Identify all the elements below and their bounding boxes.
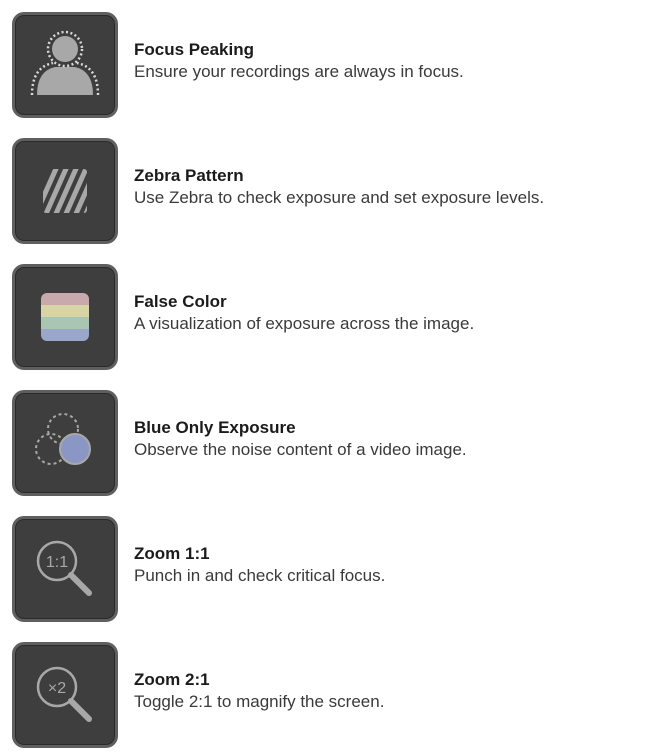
focus-peaking-button[interactable] (12, 12, 118, 118)
zoom-label: ×2 (48, 680, 66, 697)
zoom-label: 1:1 (46, 554, 68, 571)
zoom-2-1-button[interactable]: ×2 (12, 642, 118, 748)
feature-title: Zoom 1:1 (134, 544, 210, 563)
feature-title: Focus Peaking (134, 40, 254, 59)
feature-blue-only-exposure: Blue Only Exposure Observe the noise con… (0, 390, 656, 500)
feature-title: Blue Only Exposure (134, 418, 296, 437)
feature-description: Ensure your recordings are always in foc… (134, 62, 464, 81)
feature-title: Zoom 2:1 (134, 670, 210, 689)
false-color-icon (41, 293, 89, 341)
zebra-pattern-icon (43, 169, 87, 213)
feature-zebra-pattern: Zebra Pattern Use Zebra to check exposur… (0, 138, 656, 248)
feature-focus-peaking: Focus Peaking Ensure your recordings are… (0, 12, 656, 122)
zebra-pattern-button[interactable] (12, 138, 118, 244)
zoom-1-1-button[interactable]: 1:1 (12, 516, 118, 622)
feature-description: Punch in and check critical focus. (134, 566, 386, 585)
zoom-2-1-icon: ×2 (36, 666, 92, 722)
feature-description: A visualization of exposure across the i… (134, 314, 475, 333)
zoom-1-1-icon: 1:1 (36, 540, 92, 596)
feature-false-color: False Color A visualization of exposure … (0, 264, 656, 374)
feature-title: Zebra Pattern (134, 166, 244, 185)
feature-description: Observe the noise content of a video ima… (134, 440, 467, 459)
feature-description: Toggle 2:1 to magnify the screen. (134, 692, 385, 711)
false-color-button[interactable] (12, 264, 118, 370)
feature-zoom-1-1: 1:1 Zoom 1:1 Punch in and check critical… (0, 516, 656, 626)
feature-zoom-2-1: ×2 Zoom 2:1 Toggle 2:1 to magnify the sc… (0, 642, 656, 752)
blue-only-exposure-icon (35, 413, 91, 465)
blue-only-exposure-button[interactable] (12, 390, 118, 496)
feature-description: Use Zebra to check exposure and set expo… (134, 188, 545, 207)
feature-title: False Color (134, 292, 227, 311)
focus-peaking-icon (30, 30, 100, 96)
